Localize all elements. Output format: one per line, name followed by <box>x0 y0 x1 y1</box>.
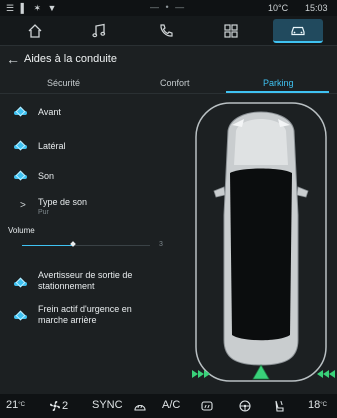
parking-settings-list: Avant Latéral Son > Type de son Pur Volu… <box>0 95 190 385</box>
nav-apps[interactable] <box>210 19 252 43</box>
page-title: Aides à la conduite <box>24 53 117 65</box>
setting-son-label: Son <box>38 171 55 181</box>
ac-button[interactable]: A/C <box>162 399 180 411</box>
fan-speed[interactable]: 2 <box>48 399 68 413</box>
seat-heat-icon <box>275 400 284 412</box>
status-bar: ☰ ▌ ✶ ▼ — • — 10°C 15:03 <box>0 0 337 16</box>
nav-music[interactable] <box>78 19 120 43</box>
car-mirror-left <box>213 186 226 198</box>
apps-icon <box>224 24 238 38</box>
setting-avant-label: Avant <box>38 107 61 117</box>
setting-frein-label-line1: Frein actif d'urgence en <box>38 304 132 314</box>
sync-button[interactable]: SYNC <box>92 399 123 411</box>
rear-left-sensor-arrows <box>192 370 210 378</box>
toggle-avertisseur-sortie[interactable] <box>14 277 27 288</box>
clock: 15:03 <box>305 3 328 13</box>
passenger-temperature[interactable]: 18 °C <box>308 399 327 411</box>
seat-heat-button[interactable] <box>272 399 286 413</box>
category-tabs: Sécurité Confort Parking <box>0 72 337 94</box>
setting-lateral-label: Latéral <box>38 141 66 151</box>
driver-temperature[interactable]: 21 °C <box>6 399 25 411</box>
toggle-avant[interactable] <box>14 106 27 117</box>
setting-frein-label-line2: marche arrière <box>38 315 97 325</box>
climate-bar: 21 °C 2 SYNC A/C 18 °C <box>0 394 337 418</box>
setting-avertisseur-label-line2: stationnement <box>38 281 95 291</box>
steering-wheel-icon <box>239 400 251 412</box>
tab-confort[interactable]: Confort <box>160 78 190 88</box>
setting-avertisseur-label-line1: Avertisseur de sortie de <box>38 270 133 280</box>
page-header: ← Aides à la conduite <box>0 47 337 72</box>
tab-parking[interactable]: Parking <box>263 78 294 88</box>
toggle-lateral[interactable] <box>14 140 27 151</box>
rear-defrost-icon <box>201 401 213 411</box>
rear-center-sensor-warning-icon <box>252 364 270 380</box>
nav-phone[interactable] <box>145 19 187 43</box>
fan-icon <box>49 400 61 412</box>
setting-type-de-son-value: Pur <box>38 209 49 216</box>
chevron-right-icon: > <box>20 200 26 211</box>
car-roof-glass <box>230 168 292 341</box>
nav-vehicle[interactable] <box>273 19 323 43</box>
active-tab-indicator <box>226 91 329 93</box>
phone-icon <box>160 24 173 37</box>
volume-label: Volume <box>8 226 35 235</box>
status-center-indicator: — • — <box>150 2 187 12</box>
front-defrost-button[interactable] <box>133 399 147 413</box>
car-mirror-right <box>296 186 309 198</box>
front-defrost-icon <box>134 404 146 411</box>
tab-securite[interactable]: Sécurité <box>47 78 80 88</box>
volume-slider-fill <box>22 245 73 246</box>
volume-value: 3 <box>159 241 163 248</box>
music-icon <box>92 23 106 38</box>
car-top-view <box>192 102 335 382</box>
home-icon <box>28 24 42 38</box>
car-icon <box>291 26 305 36</box>
toggle-son[interactable] <box>14 170 27 181</box>
nav-home[interactable] <box>14 19 56 43</box>
status-icons: ☰ ▌ ✶ ▼ <box>6 3 59 13</box>
main-navbar <box>0 16 337 46</box>
rear-defrost-button[interactable] <box>200 399 214 413</box>
back-button[interactable]: ← <box>6 51 20 67</box>
setting-type-de-son-label[interactable]: Type de son <box>38 197 87 208</box>
parking-sensor-view <box>190 95 337 390</box>
steering-wheel-heat-button[interactable] <box>238 399 252 413</box>
outside-temperature: 10°C <box>268 3 289 13</box>
rear-right-sensor-arrows <box>317 370 335 378</box>
toggle-frein-urgence[interactable] <box>14 310 27 321</box>
